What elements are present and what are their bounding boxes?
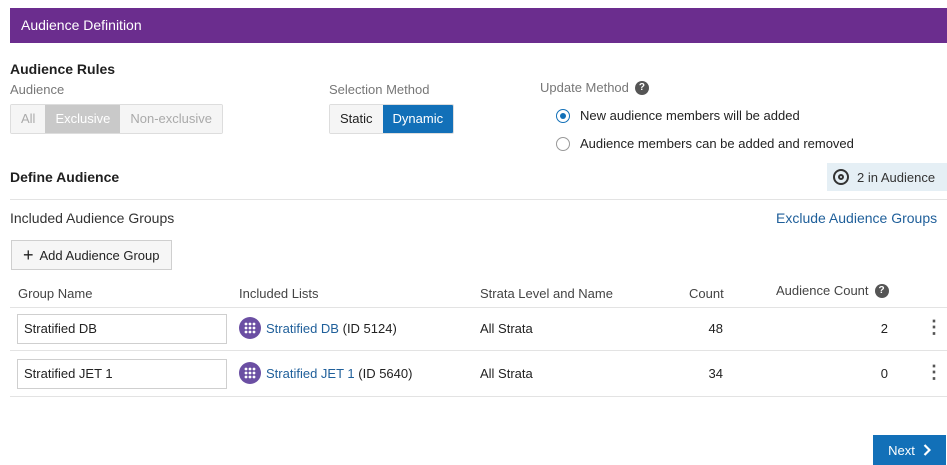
chevron-right-icon	[923, 444, 931, 456]
update-radio-add-remove[interactable]: Audience members can be added and remove…	[556, 136, 854, 151]
strata-cell: All Strata	[480, 366, 533, 381]
strata-cell: All Strata	[480, 321, 533, 336]
row-divider	[10, 350, 947, 351]
add-audience-group-label: Add Audience Group	[39, 247, 160, 263]
next-button[interactable]: Next	[873, 435, 946, 465]
plus-icon: +	[23, 245, 34, 265]
count-cell: 48	[708, 321, 723, 336]
list-icon	[239, 317, 261, 339]
update-option-label: New audience members will be added	[580, 108, 800, 123]
row-divider	[10, 396, 947, 397]
col-audience-count: Audience Count ?	[776, 283, 889, 298]
table-header-divider	[10, 307, 947, 308]
more-actions-icon[interactable]: ⋮	[925, 318, 943, 336]
selection-dynamic-button[interactable]: Dynamic	[382, 105, 454, 133]
count-cell: 34	[708, 366, 723, 381]
audience-segmented: All Exclusive Non-exclusive	[10, 104, 224, 134]
page-header: Audience Definition	[10, 8, 947, 43]
define-audience-title: Define Audience	[10, 169, 120, 185]
add-audience-group-button[interactable]: + Add Audience Group	[11, 240, 172, 270]
audience-count-text: 2 in Audience	[857, 169, 936, 185]
selection-static-button[interactable]: Static	[330, 105, 383, 133]
target-icon	[833, 169, 849, 185]
audience-option-exclusive: Exclusive	[45, 105, 121, 133]
audience-option-non-exclusive: Non-exclusive	[120, 105, 223, 133]
audience-count-cell: 2	[880, 321, 888, 336]
list-icon	[239, 362, 261, 384]
audience-count-cell: 0	[880, 366, 888, 381]
radio-unselected-icon[interactable]	[556, 136, 570, 151]
update-method-label: Update Method	[540, 80, 629, 95]
next-label: Next	[888, 442, 915, 458]
selection-method-label: Selection Method	[329, 82, 430, 97]
col-audience-count-label: Audience Count	[776, 283, 869, 298]
included-list-link[interactable]: Stratified DB	[266, 321, 339, 336]
audience-label: Audience	[10, 82, 65, 97]
group-name-input[interactable]: Stratified JET 1	[17, 359, 227, 389]
audience-option-all: All	[11, 105, 46, 133]
selection-method-segmented: Static Dynamic	[329, 104, 455, 134]
included-list-cell: Stratified DB (ID 5124)	[239, 317, 397, 339]
col-strata: Strata Level and Name	[480, 286, 613, 301]
exclude-groups-link[interactable]: Exclude Audience Groups	[776, 210, 937, 226]
audience-count-badge: 2 in Audience	[827, 163, 947, 191]
radio-selected-icon[interactable]	[556, 108, 570, 123]
col-included-lists: Included Lists	[239, 286, 319, 301]
more-actions-icon[interactable]: ⋮	[925, 363, 943, 381]
update-radio-add[interactable]: New audience members will be added	[556, 108, 800, 123]
included-list-id: (ID 5124)	[342, 320, 397, 336]
included-list-cell: Stratified JET 1 (ID 5640)	[239, 362, 412, 384]
update-option-label: Audience members can be added and remove…	[580, 136, 854, 151]
help-icon[interactable]: ?	[874, 283, 889, 298]
help-icon[interactable]: ?	[634, 80, 649, 95]
update-method-header: Update Method ?	[540, 80, 649, 95]
col-count: Count	[689, 286, 724, 301]
divider	[10, 199, 947, 200]
group-name-input[interactable]: Stratified DB	[17, 314, 227, 344]
page-title: Audience Definition	[21, 17, 142, 33]
included-groups-title: Included Audience Groups	[10, 210, 175, 226]
included-list-id: (ID 5640)	[358, 365, 413, 381]
included-list-link[interactable]: Stratified JET 1	[266, 366, 355, 381]
col-group-name: Group Name	[18, 286, 93, 301]
audience-rules-title: Audience Rules	[10, 61, 116, 77]
